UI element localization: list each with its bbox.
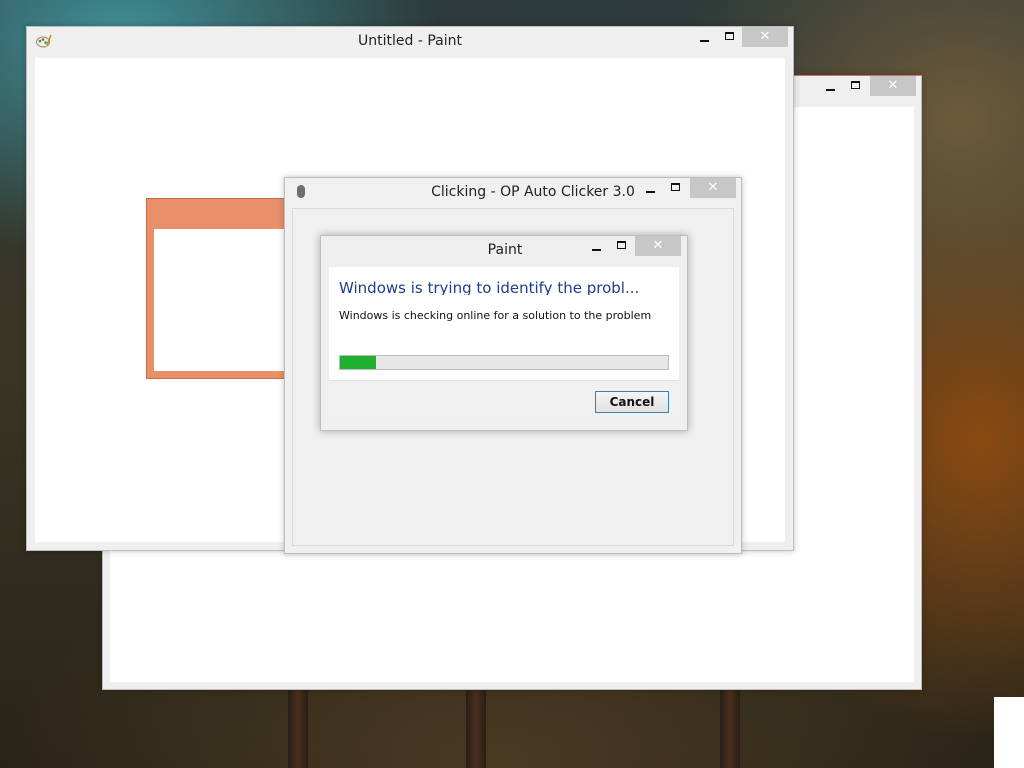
maximize-button[interactable] <box>843 76 869 96</box>
background-wallpaper-post <box>466 690 486 768</box>
auto-clicker-titlebar[interactable]: Clicking - OP Auto Clicker 3.0 ✕ <box>285 178 741 208</box>
offscreen-window-edge <box>994 697 1024 768</box>
paint-titlebar[interactable]: Untitled - Paint ✕ <box>27 27 793 57</box>
dialog-message: Windows is checking online for a solutio… <box>339 309 652 322</box>
close-button[interactable]: ✕ <box>870 76 916 96</box>
minimize-button[interactable] <box>691 27 717 47</box>
maximize-button[interactable] <box>609 236 635 256</box>
desktop: { "paint_window": { "title": "Untitled -… <box>0 0 1024 768</box>
maximize-button[interactable] <box>717 27 743 47</box>
dialog-content: Windows is trying to identify the probl.… <box>329 267 679 380</box>
canvas-shape-inner <box>154 229 285 371</box>
dialog-heading: Windows is trying to identify the probl.… <box>339 279 640 295</box>
close-button[interactable]: ✕ <box>690 178 736 198</box>
background-wallpaper-post <box>720 690 740 768</box>
background-wallpaper-post <box>288 690 308 768</box>
progress-bar <box>339 355 669 370</box>
dialog-button-area: Cancel <box>329 380 679 422</box>
progress-bar-fill <box>340 356 377 369</box>
minimize-button[interactable] <box>637 178 663 198</box>
minimize-button[interactable] <box>817 76 843 96</box>
cancel-button[interactable]: Cancel <box>595 391 669 413</box>
paint-window-title: Untitled - Paint <box>358 33 462 49</box>
dialog-titlebar[interactable]: Paint ✕ <box>321 236 687 266</box>
close-button[interactable]: ✕ <box>742 27 788 47</box>
close-button[interactable]: ✕ <box>635 236 681 256</box>
minimize-button[interactable] <box>583 236 609 256</box>
canvas-shape-rectangle <box>146 198 286 379</box>
error-report-dialog[interactable]: Paint ✕ Windows is trying to identify th… <box>320 235 688 431</box>
maximize-button[interactable] <box>663 178 689 198</box>
